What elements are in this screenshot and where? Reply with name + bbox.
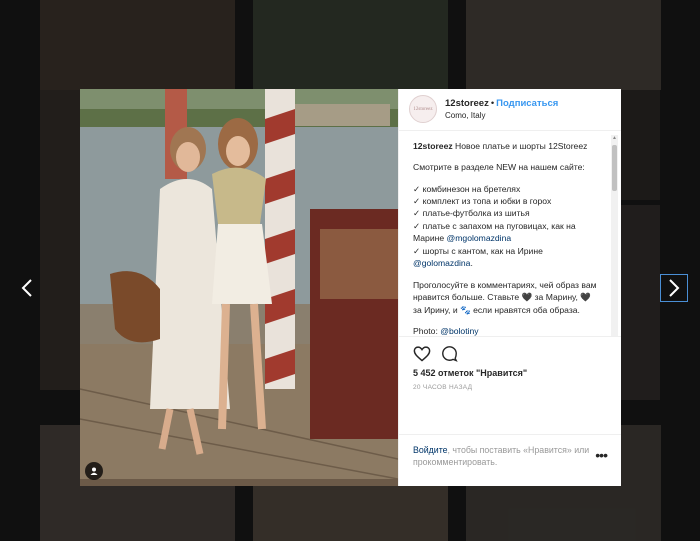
photo-credit-label: Photo: — [413, 326, 441, 336]
likes-count[interactable]: 5 452 отметок "Нравится" — [413, 368, 607, 378]
post-photo[interactable] — [80, 89, 398, 486]
caption-list-suffix: . — [470, 258, 473, 269]
photo-credit-mention[interactable]: @bolotiny — [440, 326, 478, 336]
scrollbar[interactable]: ▲ ▼ — [611, 134, 618, 336]
more-options-icon[interactable]: ••• — [595, 447, 608, 463]
caption-text: Новое платье и шорты 12Storeez — [455, 140, 588, 151]
login-link[interactable]: Войдите — [413, 445, 448, 455]
post-sidebar: 12storeez 12storeez • Подписаться Como, It… — [398, 89, 621, 486]
caption-username[interactable]: 12storeez — [413, 141, 453, 151]
caption-paragraph: Смотрите в разделе NEW на нашем сайте: — [413, 162, 585, 173]
avatar-text: 12storeez — [413, 106, 433, 112]
photo-scene — [80, 89, 398, 486]
separator-dot: • — [490, 98, 495, 110]
chevron-left-icon — [21, 279, 32, 297]
post-modal: 12storeez 12storeez • Подписаться Como, It… — [80, 89, 621, 486]
post-timestamp[interactable]: 20 ЧАСОВ НАЗАД — [413, 384, 607, 391]
username-link[interactable]: 12storeez — [445, 98, 489, 109]
heart-icon[interactable] — [413, 346, 431, 362]
comment-icon[interactable] — [441, 345, 458, 363]
caption-list-item: ✓ комбинезон на бретелях — [413, 183, 521, 194]
caption-paragraph: Проголосуйте в комментариях, чей образ в… — [413, 279, 597, 315]
scroll-up-arrow[interactable]: ▲ — [611, 135, 618, 141]
caption-mention[interactable]: @mgolomazdina — [447, 233, 512, 243]
caption-mention[interactable]: @golomazdina — [413, 258, 470, 268]
caption-list: ✓ комбинезон на бретелях ✓ комплект из то… — [413, 183, 599, 270]
caption-list-item: ✓ шорты с кантом, как на Ирине — [413, 245, 543, 256]
login-prompt: Войдите, чтобы поставить «Нравится» или … — [399, 433, 621, 486]
next-post-button[interactable] — [660, 274, 688, 302]
scroll-thumb[interactable] — [612, 144, 617, 191]
caption-list-item: ✓ платье-футболка из шитья — [413, 208, 530, 219]
post-caption: 12storeez Новое платье и шорты 12Storeez… — [413, 140, 599, 336]
location-link[interactable]: Como, Italy — [445, 111, 558, 121]
avatar[interactable]: 12storeez — [409, 95, 437, 124]
comments-section[interactable]: 12storeez Новое платье и шорты 12Storeez… — [399, 131, 621, 336]
previous-post-button[interactable] — [14, 275, 40, 301]
chevron-right-icon — [669, 279, 680, 297]
caption-list-item: ✓ комплект из топа и юбки в горох — [413, 195, 552, 206]
post-header: 12storeez 12storeez • Подписаться Como, It… — [399, 89, 621, 131]
follow-button[interactable]: Подписаться — [496, 98, 558, 109]
user-tag-icon[interactable] — [85, 462, 103, 480]
post-actions: 5 452 отметок "Нравится" 20 ЧАСОВ НАЗАД — [399, 335, 621, 434]
